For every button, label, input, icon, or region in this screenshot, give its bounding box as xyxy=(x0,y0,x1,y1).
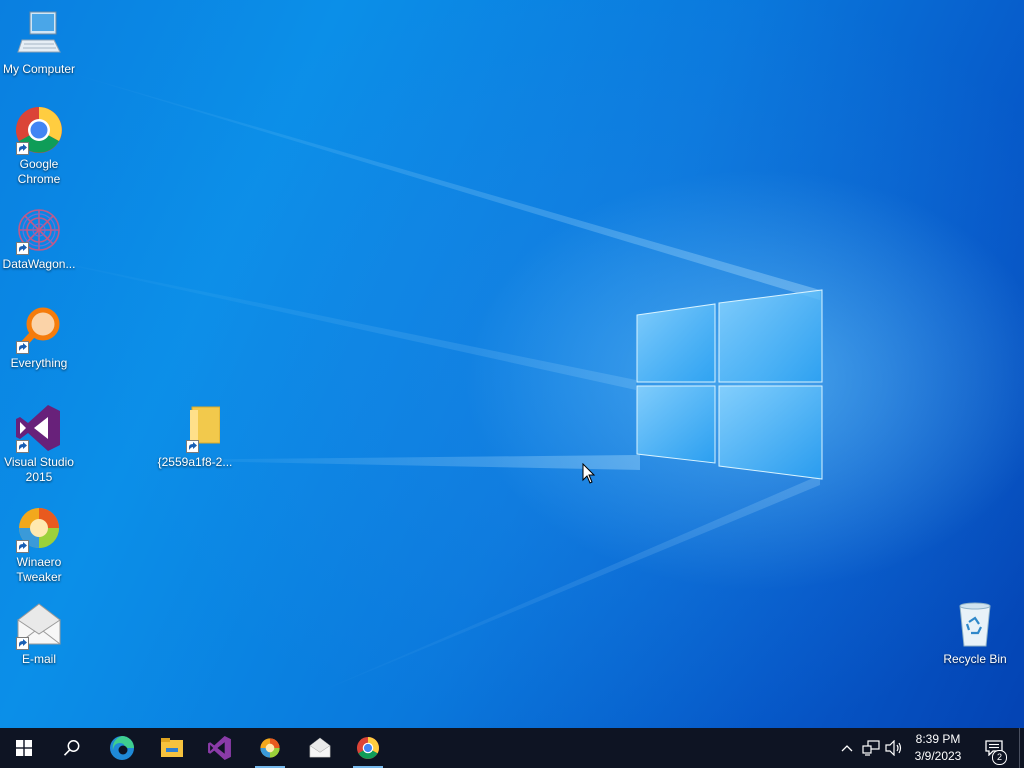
mail-envelope-icon xyxy=(14,600,64,650)
taskbar-winaero-tweaker[interactable] xyxy=(246,728,294,768)
desktop-icon-everything[interactable]: Everything xyxy=(0,304,78,371)
taskbar-mail[interactable] xyxy=(296,728,344,768)
taskbar-chrome[interactable] xyxy=(344,728,392,768)
action-center-button[interactable]: 2 xyxy=(978,728,1010,768)
clock-date: 3/9/2023 xyxy=(914,749,962,763)
shortcut-arrow-icon xyxy=(16,242,29,255)
recycle-bin-icon xyxy=(950,600,1000,650)
desktop-icon-label: My Computer xyxy=(2,62,76,76)
desktop-icon-label: Google Chrome xyxy=(17,157,61,186)
taskbar-file-explorer[interactable] xyxy=(148,728,196,768)
edge-icon xyxy=(110,736,134,760)
everything-search-icon xyxy=(14,304,64,354)
shortcut-arrow-icon xyxy=(16,637,29,650)
windows-wallpaper xyxy=(0,70,823,700)
mouse-pointer-icon xyxy=(582,463,596,484)
desktop-icon-visual-studio-2015[interactable]: Visual Studio 2015 xyxy=(0,403,78,485)
desktop-icon-label: DataWagon... xyxy=(2,257,76,271)
desktop-icon-label: Visual Studio 2015 xyxy=(4,455,74,484)
taskbar-visual-studio[interactable] xyxy=(196,728,244,768)
desktop-icon-my-computer[interactable]: My Computer xyxy=(0,10,78,77)
desktop-icon-label: {2559a1f8-2... xyxy=(157,455,233,469)
search-icon xyxy=(63,740,80,756)
winaero-icon xyxy=(14,503,64,553)
folder-icon xyxy=(170,403,220,453)
shortcut-arrow-icon xyxy=(186,440,199,453)
datawagon-icon xyxy=(14,205,64,255)
search-button[interactable] xyxy=(48,728,96,768)
clock-time: 8:39 PM xyxy=(915,732,961,746)
shortcut-arrow-icon xyxy=(16,540,29,553)
shortcut-arrow-icon xyxy=(16,440,29,453)
chrome-icon xyxy=(14,105,64,155)
shortcut-arrow-icon xyxy=(16,341,29,354)
desktop-icon-label: E-mail xyxy=(21,652,56,666)
file-explorer-icon xyxy=(161,738,183,757)
chevron-up-icon xyxy=(841,745,853,752)
taskbar-edge[interactable] xyxy=(98,728,146,768)
visual-studio-icon xyxy=(208,736,231,760)
chrome-icon xyxy=(356,736,380,760)
tray-overflow-button[interactable] xyxy=(837,738,857,758)
desktop-icon-recycle-bin[interactable]: Recycle Bin xyxy=(936,600,1014,667)
desktop-icon-folder-shortcut[interactable]: {2559a1f8-2... xyxy=(156,403,234,470)
winaero-icon xyxy=(260,738,280,758)
network-icon xyxy=(862,740,880,756)
desktop-icon-email[interactable]: E-mail xyxy=(0,600,78,667)
mail-envelope-icon xyxy=(309,737,331,758)
computer-icon xyxy=(14,10,64,60)
show-desktop-button[interactable] xyxy=(1019,728,1024,768)
windows-start-icon xyxy=(16,740,32,756)
taskbar[interactable]: 8:39 PM 3/9/2023 2 xyxy=(0,728,1024,768)
desktop-icon-datawagon[interactable]: DataWagon... xyxy=(0,205,78,272)
desktop[interactable]: My Computer Google Chrome DataWagon... E… xyxy=(0,0,1024,728)
start-button[interactable] xyxy=(0,728,48,768)
shortcut-arrow-icon xyxy=(16,142,29,155)
desktop-icon-label: Winaero Tweaker xyxy=(16,555,62,584)
visual-studio-icon xyxy=(14,403,64,453)
notification-count-badge: 2 xyxy=(992,750,1007,765)
tray-network-button[interactable] xyxy=(861,738,881,758)
desktop-icon-label: Recycle Bin xyxy=(943,652,1007,666)
taskbar-clock[interactable]: 8:39 PM 3/9/2023 xyxy=(906,731,970,765)
tray-volume-button[interactable] xyxy=(884,738,904,758)
desktop-icon-google-chrome[interactable]: Google Chrome xyxy=(0,105,78,187)
volume-icon xyxy=(885,740,902,756)
desktop-icon-winaero-tweaker[interactable]: Winaero Tweaker xyxy=(0,503,78,585)
desktop-icon-label: Everything xyxy=(10,356,68,370)
